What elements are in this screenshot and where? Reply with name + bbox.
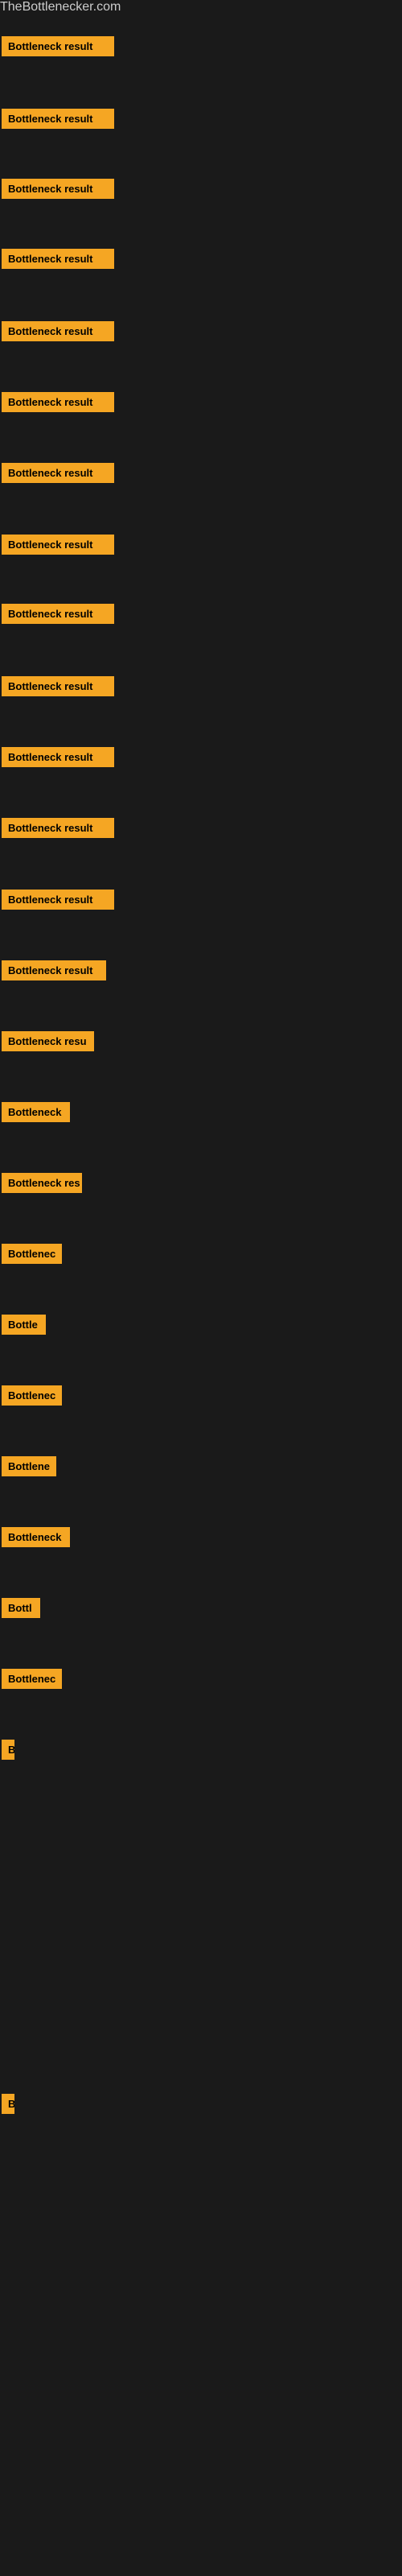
- bottleneck-result-item[interactable]: Bottleneck result: [2, 747, 114, 767]
- site-title-bar: TheBottlenecker.com: [0, 0, 402, 14]
- bottleneck-result-item[interactable]: Bottle: [2, 1315, 46, 1335]
- bottleneck-result-item[interactable]: Bottleneck result: [2, 321, 114, 341]
- bottleneck-result-item[interactable]: Bottleneck result: [2, 535, 114, 555]
- bottleneck-result-item[interactable]: Bottlenec: [2, 1244, 62, 1264]
- bottleneck-result-item[interactable]: Bottleneck result: [2, 890, 114, 910]
- bottleneck-result-item[interactable]: Bottlenec: [2, 1669, 62, 1689]
- bottleneck-result-item[interactable]: Bottleneck res: [2, 1173, 82, 1193]
- bottleneck-result-item[interactable]: Bottleneck result: [2, 604, 114, 624]
- bottleneck-result-item[interactable]: Bottleneck result: [2, 179, 114, 199]
- bottleneck-result-item[interactable]: Bottl: [2, 1598, 40, 1618]
- bottleneck-result-item[interactable]: Bottleneck: [2, 1102, 70, 1122]
- bottleneck-result-item[interactable]: Bottleneck resu: [2, 1031, 94, 1051]
- bottleneck-result-item[interactable]: Bottlenec: [2, 1385, 62, 1406]
- bottleneck-result-item[interactable]: B: [2, 1740, 14, 1760]
- bottleneck-result-item[interactable]: B: [2, 2094, 14, 2114]
- bottleneck-result-item[interactable]: Bottleneck result: [2, 818, 114, 838]
- bottleneck-result-item[interactable]: Bottleneck result: [2, 249, 114, 269]
- bottleneck-result-item[interactable]: Bottleneck result: [2, 109, 114, 129]
- bottleneck-result-item[interactable]: Bottleneck: [2, 1527, 70, 1547]
- bottleneck-result-item[interactable]: Bottleneck result: [2, 392, 114, 412]
- bottleneck-result-item[interactable]: Bottlene: [2, 1456, 56, 1476]
- bottleneck-result-item[interactable]: Bottleneck result: [2, 463, 114, 483]
- bottleneck-result-item[interactable]: Bottleneck result: [2, 36, 114, 56]
- bottleneck-result-item[interactable]: Bottleneck result: [2, 676, 114, 696]
- bottleneck-result-item[interactable]: Bottleneck result: [2, 960, 106, 980]
